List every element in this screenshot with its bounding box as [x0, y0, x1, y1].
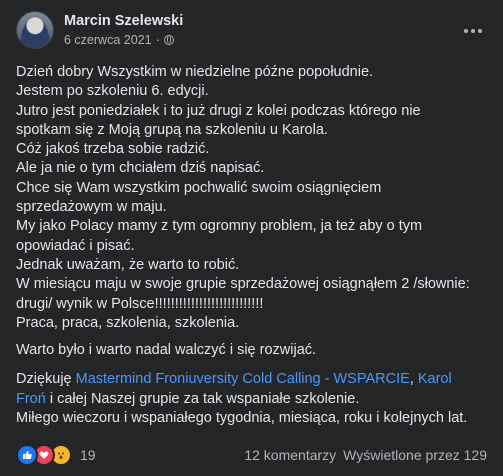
- post-header: Marcin Szelewski 6 czerwca 2021 ·: [16, 11, 183, 49]
- reactions[interactable]: [16, 444, 72, 466]
- text-line: My jako Polacy mamy z tym ogromny proble…: [16, 218, 423, 235]
- text-line: Miłego wieczoru i wspaniałego tygodnia, …: [16, 410, 468, 427]
- post-date[interactable]: 6 czerwca 2021: [64, 32, 152, 49]
- text-line: Praca, praca, szkolenia, szkolenia.: [16, 314, 240, 331]
- text-line: Jutro jest poniedziałek i to już drugi z…: [16, 102, 421, 119]
- comments-count[interactable]: 12 komentarzy: [244, 447, 336, 463]
- text-line: Jestem po szkoleniu 6. edycji.: [16, 83, 209, 100]
- globe-icon[interactable]: [163, 35, 174, 45]
- text-line: Ale ja nie o tym chciałem dziś napisać.: [16, 160, 265, 177]
- post-footer: 19 12 komentarzy Wyświetlone przez 129: [16, 444, 487, 466]
- avatar[interactable]: [16, 11, 54, 49]
- text-line: Dzień dobry Wszystkim w niedzielne późne…: [16, 64, 374, 80]
- text-line: opowiadać i pisać.: [16, 237, 135, 254]
- group-link[interactable]: Mastermind Froniuversity Cold Calling - …: [76, 371, 410, 387]
- text-line: W miesiącu maju w swoje grupie sprzedażo…: [16, 276, 470, 293]
- footer-stats: 12 komentarzy Wyświetlone przez 129: [244, 447, 487, 463]
- post-text: Dzień dobry Wszystkim w niedzielne późne…: [16, 63, 490, 428]
- views-count[interactable]: Wyświetlone przez 129: [343, 447, 487, 463]
- text-line: Dziękuję Mastermind Froniuversity Cold C…: [16, 370, 490, 389]
- text-fragment: Dziękuję: [16, 371, 76, 388]
- text-line: Chce się Wam wszystkim pochwalić swoim o…: [16, 179, 382, 196]
- reaction-count[interactable]: 19: [80, 447, 96, 463]
- text-line: drugi/ wynik w Polsce!!!!!!!!!!!!!!!!!!!…: [16, 295, 264, 312]
- profile-link-fron[interactable]: Froń: [16, 391, 46, 407]
- separator: ·: [155, 32, 160, 47]
- profile-link-karol[interactable]: Karol: [418, 371, 452, 387]
- text-fragment: ,: [409, 371, 418, 388]
- like-icon: [16, 444, 38, 466]
- author-name[interactable]: Marcin Szelewski: [64, 12, 183, 30]
- post-meta: 6 czerwca 2021 ·: [64, 32, 183, 49]
- text-fragment: i całej Naszej grupie za tak wspaniałe s…: [45, 390, 360, 407]
- text-line: Cóż jakoś trzeba sobie radzić.: [16, 141, 210, 158]
- more-icon[interactable]: [458, 21, 488, 41]
- text-line: Warto było i warto nadal walczyć i się r…: [16, 342, 317, 359]
- text-line: Jednak uważam, że warto to robić.: [16, 256, 240, 273]
- post-card: Marcin Szelewski 6 czerwca 2021 · Dzień …: [0, 0, 503, 476]
- text-line: spotkam się z Moją grupą na szkoleniu u …: [16, 121, 328, 138]
- text-line: Froń i całej Naszej grupie za tak wspani…: [16, 390, 490, 409]
- text-line: sprzedażowym w maju.: [16, 199, 167, 216]
